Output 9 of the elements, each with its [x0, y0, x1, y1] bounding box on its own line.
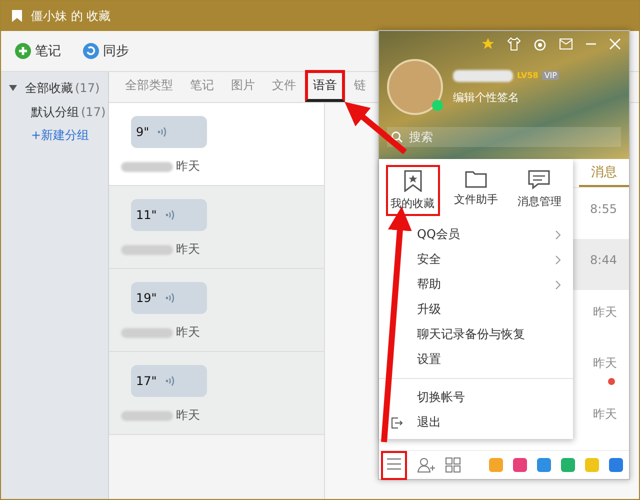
time-label: 昨天 [593, 355, 617, 372]
date-label: 昨天 [176, 241, 200, 258]
level-label: LV58 [517, 71, 538, 80]
date-label: 昨天 [176, 158, 200, 175]
time-label: 8:44 [590, 253, 617, 267]
date-label: 昨天 [176, 407, 200, 424]
date-label: 昨天 [176, 324, 200, 341]
window-title: 僵小妹 的 收藏 [31, 8, 111, 24]
vip-badge: VIP [542, 71, 559, 80]
